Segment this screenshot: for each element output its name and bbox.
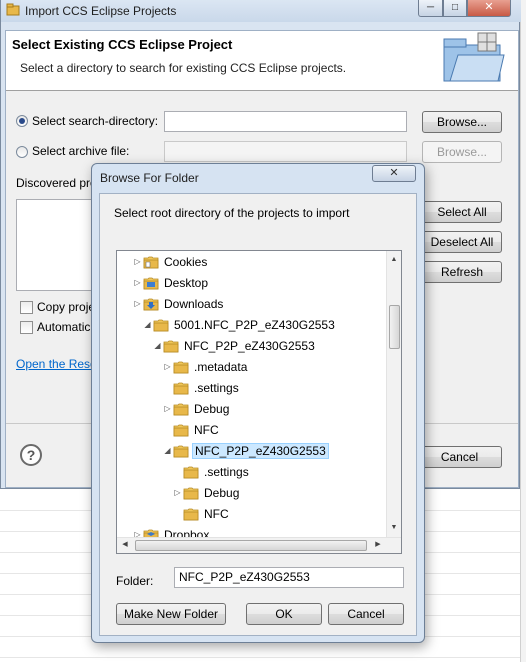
window-titlebar: Import CCS Eclipse Projects ─ □ ✕ bbox=[1, 0, 521, 22]
folder-icon bbox=[173, 382, 189, 395]
dialog-description: Select root directory of the projects to… bbox=[114, 206, 350, 220]
make-new-folder-button[interactable]: Make New Folder bbox=[116, 603, 226, 625]
expanded-arrow-icon[interactable]: ◢ bbox=[153, 341, 162, 351]
folder-tree[interactable]: ▷ Cookies ▷ Desktop ▷ Downloads ◢ 5001.NFC_P2P_… bbox=[116, 250, 402, 554]
tree-row[interactable]: ▷ Desktop bbox=[117, 273, 388, 294]
tree-item-label: .settings bbox=[204, 465, 249, 479]
tree-item-label: NFC bbox=[194, 423, 219, 437]
tree-row[interactable]: ▷ Cookies bbox=[117, 252, 388, 273]
collapsed-arrow-icon[interactable]: ▷ bbox=[173, 488, 182, 498]
tree-row[interactable]: ▷ .metadata bbox=[117, 357, 388, 378]
import-folder-icon bbox=[443, 32, 505, 82]
browse-directory-button[interactable]: Browse... bbox=[422, 111, 502, 133]
archive-file-input[interactable] bbox=[164, 141, 407, 162]
scroll-up-icon[interactable]: ▲ bbox=[387, 253, 401, 267]
folder-icon bbox=[173, 424, 189, 437]
folder-icon bbox=[183, 466, 199, 479]
folder-icon bbox=[183, 508, 199, 521]
collapsed-arrow-icon[interactable]: ▷ bbox=[163, 362, 172, 372]
minimize-button[interactable]: ─ bbox=[418, 0, 443, 17]
tree-row[interactable]: NFC bbox=[117, 420, 388, 441]
tree-row[interactable]: ◢ NFC_P2P_eZ430G2553 bbox=[117, 336, 388, 357]
tree-row[interactable]: .settings bbox=[117, 378, 388, 399]
folder-name-input[interactable]: NFC_P2P_eZ430G2553 bbox=[174, 567, 404, 588]
tree-item-label: NFC bbox=[204, 507, 229, 521]
select-all-button[interactable]: Select All bbox=[422, 201, 502, 223]
maximize-button[interactable]: □ bbox=[443, 0, 467, 17]
tree-item-label: Debug bbox=[194, 402, 230, 416]
folder-icon bbox=[153, 319, 169, 332]
tree-item-label: 5001.NFC_P2P_eZ430G2553 bbox=[174, 318, 335, 332]
copy-projects-checkbox[interactable] bbox=[20, 301, 33, 314]
banner-title: Select Existing CCS Eclipse Project bbox=[12, 37, 233, 52]
discovered-projects-label: Discovered pro bbox=[16, 176, 97, 190]
search-directory-radio[interactable] bbox=[16, 115, 28, 127]
wizard-banner: Select Existing CCS Eclipse Project Sele… bbox=[6, 31, 518, 91]
tree-item-label: Desktop bbox=[164, 276, 209, 290]
open-resource-link[interactable]: Open the Reso bbox=[16, 357, 97, 371]
folder-name-value: NFC_P2P_eZ430G2553 bbox=[179, 570, 310, 584]
folder-label: Folder: bbox=[116, 574, 154, 588]
search-directory-label: Select search-directory: bbox=[32, 114, 159, 128]
tree-item-label: .settings bbox=[194, 381, 239, 395]
scroll-left-icon[interactable]: ◀ bbox=[118, 538, 132, 552]
automatic-checkbox[interactable] bbox=[20, 321, 33, 334]
copy-projects-label: Copy proje bbox=[37, 300, 96, 314]
collapsed-arrow-icon[interactable]: ▷ bbox=[163, 404, 172, 414]
archive-file-label: Select archive file: bbox=[32, 144, 130, 158]
tree-item-label: NFC_P2P_eZ430G2553 bbox=[184, 339, 315, 353]
folder-icon bbox=[183, 487, 199, 500]
tree-row[interactable]: .settings bbox=[117, 462, 388, 483]
folder-icon bbox=[173, 403, 189, 416]
banner-description: Select a directory to search for existin… bbox=[20, 61, 347, 75]
tree-row[interactable]: ◢ 5001.NFC_P2P_eZ430G2553 bbox=[117, 315, 388, 336]
tree-item-label: Downloads bbox=[164, 297, 224, 311]
automatic-label: Automatic bbox=[37, 320, 91, 334]
scroll-right-icon[interactable]: ▶ bbox=[371, 538, 385, 552]
desktop-folder-icon bbox=[143, 277, 159, 290]
dialog-title: Browse For Folder bbox=[100, 171, 199, 185]
downloads-folder-icon bbox=[143, 298, 159, 311]
folder-icon bbox=[173, 361, 189, 374]
close-button[interactable]: ✕ bbox=[467, 0, 511, 17]
cancel-button[interactable]: Cancel bbox=[417, 446, 502, 468]
background-app-edge bbox=[520, 0, 526, 662]
ok-button[interactable]: OK bbox=[246, 603, 322, 625]
dialog-body: Select root directory of the projects to… bbox=[99, 193, 417, 636]
browse-for-folder-dialog: Browse For Folder ✕ Select root director… bbox=[91, 163, 425, 643]
folder-icon bbox=[163, 340, 179, 353]
browse-archive-button[interactable]: Browse... bbox=[422, 141, 502, 163]
tree-item-label: Cookies bbox=[164, 255, 208, 269]
expanded-arrow-icon[interactable]: ◢ bbox=[163, 446, 172, 456]
collapsed-arrow-icon[interactable]: ▷ bbox=[133, 278, 142, 288]
tree-row[interactable]: ▷ Downloads bbox=[117, 294, 388, 315]
archive-file-radio[interactable] bbox=[16, 146, 28, 158]
collapsed-arrow-icon[interactable]: ▷ bbox=[133, 299, 142, 309]
tree-item-label: NFC_P2P_eZ430G2553 bbox=[192, 443, 329, 459]
tree-item-label: Debug bbox=[204, 486, 240, 500]
tree-row[interactable]: NFC bbox=[117, 504, 388, 525]
collapsed-arrow-icon[interactable]: ▷ bbox=[133, 257, 142, 267]
folder-icon bbox=[173, 445, 189, 458]
cookies-folder-icon bbox=[143, 256, 159, 269]
scroll-down-icon[interactable]: ▼ bbox=[387, 521, 401, 535]
tree-horizontal-scrollbar[interactable]: ◀ ▶ bbox=[117, 537, 401, 553]
tree-item-label: .metadata bbox=[194, 360, 248, 374]
window-title: Import CCS Eclipse Projects bbox=[25, 4, 177, 18]
help-question-icon[interactable]: ? bbox=[20, 444, 42, 466]
refresh-button[interactable]: Refresh bbox=[422, 261, 502, 283]
tree-vertical-scrollbar[interactable]: ▲ ▼ bbox=[386, 251, 401, 538]
dialog-cancel-button[interactable]: Cancel bbox=[328, 603, 404, 625]
deselect-all-button[interactable]: Deselect All bbox=[422, 231, 502, 253]
dialog-close-button[interactable]: ✕ bbox=[372, 165, 416, 182]
tree-row[interactable]: ▷ Debug bbox=[117, 399, 388, 420]
tree-row[interactable]: ◢ NFC_P2P_eZ430G2553 bbox=[117, 441, 388, 462]
eclipse-app-icon bbox=[6, 3, 20, 16]
expanded-arrow-icon[interactable]: ◢ bbox=[143, 320, 152, 330]
vertical-scroll-thumb[interactable] bbox=[389, 305, 400, 349]
horizontal-scroll-thumb[interactable] bbox=[135, 540, 367, 551]
search-directory-input[interactable] bbox=[164, 111, 407, 132]
tree-row[interactable]: ▷ Debug bbox=[117, 483, 388, 504]
